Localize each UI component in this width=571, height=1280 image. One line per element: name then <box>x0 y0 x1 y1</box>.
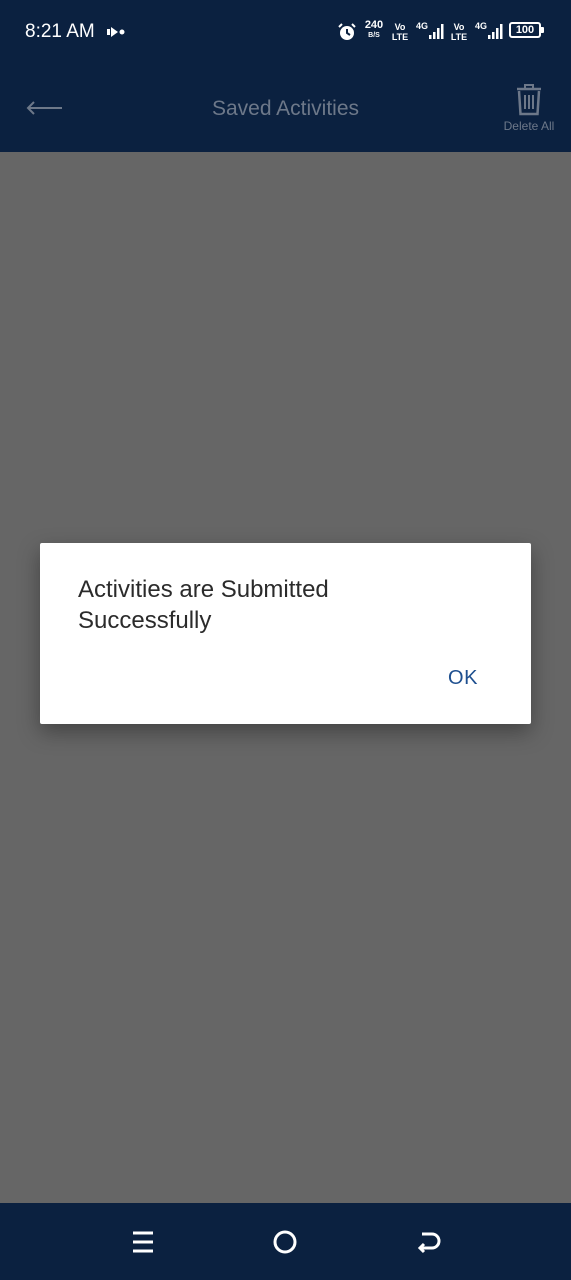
ok-button[interactable]: OK <box>438 667 488 697</box>
alarm-icon <box>338 23 356 40</box>
volte-badge-1: Vo LTE <box>391 22 409 42</box>
status-bar: 8:21 AM 240 B/S Vo LTE 4G Vo LTE 4G 100 <box>0 0 571 64</box>
speed-value: 240 <box>364 19 384 31</box>
volte-top: Vo <box>453 22 465 32</box>
success-dialog: Activities are Submitted Successfully OK <box>40 543 531 724</box>
page-title: Saved Activities <box>211 97 360 120</box>
volte-top: Vo <box>394 22 406 32</box>
cast-icon <box>107 27 125 37</box>
dialog-message: Activities are Submitted Successfully <box>78 576 329 634</box>
network-speed: 240 B/S <box>363 20 385 41</box>
delete-all-button[interactable]: Delete All <box>495 82 563 140</box>
navigation-bar <box>0 1203 571 1280</box>
volte-bottom: LTE <box>391 32 409 42</box>
battery-icon: 100 <box>509 22 544 38</box>
menu-icon[interactable] <box>129 1228 157 1256</box>
signal-icon <box>429 24 444 39</box>
delete-all-label: Delete All <box>503 119 555 133</box>
trash-icon <box>517 84 541 116</box>
back-icon[interactable] <box>414 1228 442 1256</box>
network-type-2: 4G <box>475 21 488 31</box>
app-bar: Saved Activities Delete All <box>0 64 571 152</box>
signal-icon <box>488 24 503 39</box>
volte-badge-2: Vo LTE <box>450 22 468 42</box>
network-type-1: 4G <box>416 21 429 31</box>
speed-unit: B/S <box>368 32 380 39</box>
volte-bottom: LTE <box>450 32 468 42</box>
home-icon[interactable] <box>271 1228 299 1256</box>
status-time: 8:21 AM <box>25 21 95 42</box>
